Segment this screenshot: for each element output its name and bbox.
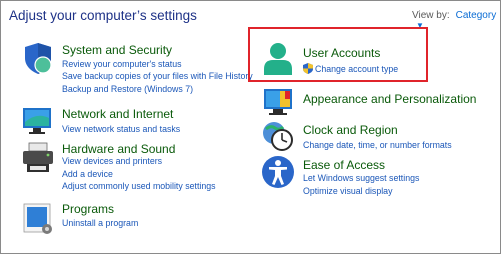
view-by-dropdown[interactable]: Category	[456, 10, 497, 21]
category-system-and-security: System and Security Review your computer…	[21, 41, 253, 101]
category-ease-of-access: Ease of Access Let Windows suggest setti…	[261, 155, 501, 196]
page-title: Adjust your computer’s settings	[9, 8, 197, 23]
category-hardware-and-sound: Hardware and Sound View devices and prin…	[21, 141, 251, 191]
mobility-settings-link[interactable]: Adjust commonly used mobility settings	[62, 181, 216, 191]
programs-link[interactable]: Programs	[62, 202, 114, 216]
backup-restore-link[interactable]: Backup and Restore (Windows 7)	[62, 84, 193, 94]
uninstall-program-link[interactable]: Uninstall a program	[62, 218, 138, 228]
clock-icon	[263, 122, 293, 151]
hardware-and-sound-link[interactable]: Hardware and Sound	[62, 142, 175, 156]
category-clock-and-region: Clock and Region Change date, time, or n…	[261, 119, 501, 153]
ease-of-access-link[interactable]: Ease of Access	[303, 158, 385, 172]
view-devices-link[interactable]: View devices and printers	[62, 156, 162, 166]
network-icon	[23, 108, 51, 134]
category-network-and-internet: Network and Internet View network status…	[21, 104, 251, 138]
appearance-icon	[264, 89, 292, 115]
category-user-accounts: User Accounts Change account type	[261, 41, 431, 81]
change-account-type-link[interactable]: Change account type	[315, 64, 398, 74]
category-appearance-and-personalization: Appearance and Personalization	[261, 85, 501, 119]
view-network-status-link[interactable]: View network status and tasks	[62, 124, 180, 134]
system-and-security-link[interactable]: System and Security	[62, 43, 172, 57]
accessibility-icon	[262, 156, 294, 188]
user-accounts-link[interactable]: User Accounts	[303, 46, 380, 60]
review-status-link[interactable]: Review your computer's status	[62, 59, 182, 69]
change-date-time-link[interactable]: Change date, time, or number formats	[303, 140, 452, 150]
optimize-visual-display-link[interactable]: Optimize visual display	[303, 186, 392, 196]
appearance-and-personalization-link[interactable]: Appearance and Personalization	[303, 92, 476, 106]
add-device-link[interactable]: Add a device	[62, 169, 113, 179]
shield-icon	[25, 43, 52, 74]
file-history-link[interactable]: Save backup copies of your files with Fi…	[62, 71, 253, 81]
suggest-settings-link[interactable]: Let Windows suggest settings	[303, 173, 419, 183]
uac-shield-icon	[303, 63, 313, 74]
printer-icon	[23, 142, 53, 172]
network-and-internet-link[interactable]: Network and Internet	[62, 107, 173, 121]
programs-icon	[23, 203, 52, 234]
clock-and-region-link[interactable]: Clock and Region	[303, 123, 398, 137]
category-programs: Programs Uninstall a program	[21, 201, 251, 237]
control-panel-window: Adjust your computer’s settings View by:…	[0, 0, 501, 254]
user-icon	[264, 43, 292, 75]
view-by-label: View by:	[412, 10, 450, 21]
